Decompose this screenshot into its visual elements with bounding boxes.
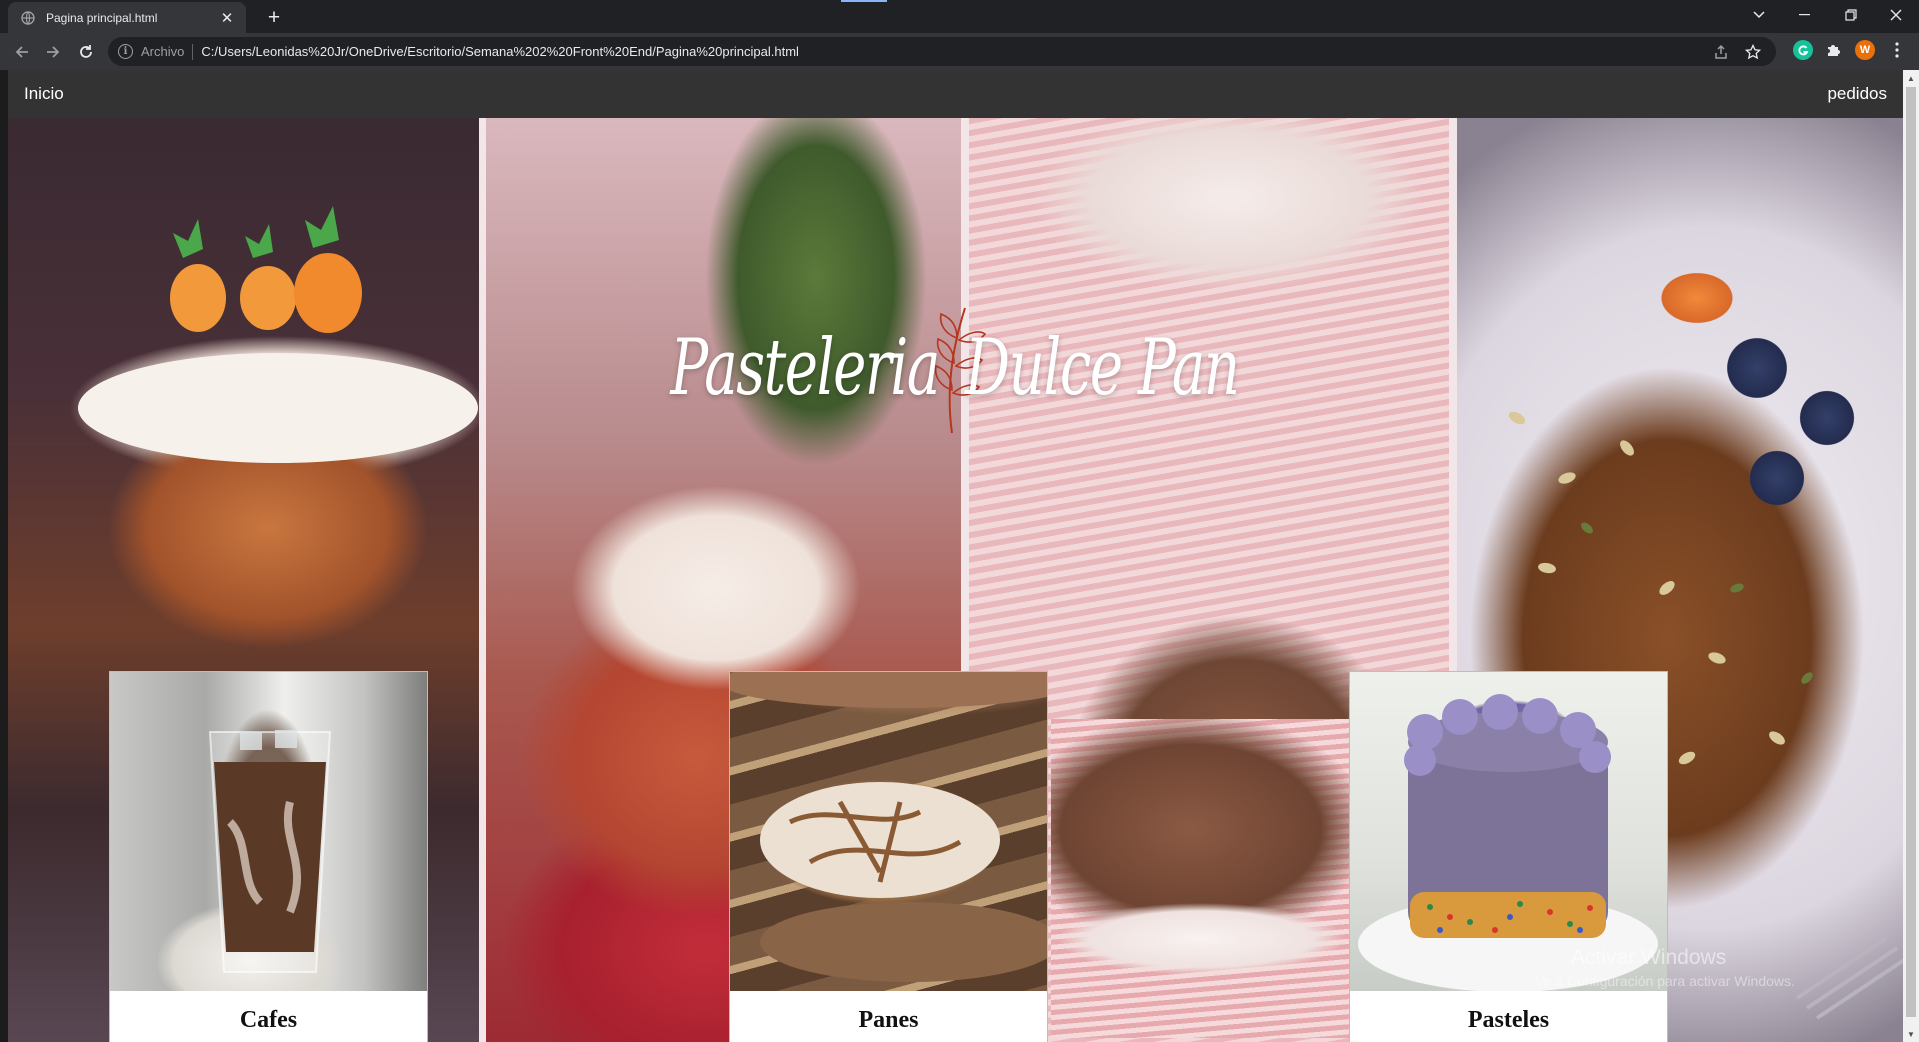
windows-activation-watermark: Activar Windows [1571, 946, 1727, 969]
restore-button[interactable] [1828, 0, 1874, 30]
bookmark-star-icon[interactable] [1744, 43, 1762, 61]
scroll-down-arrow-icon[interactable]: ▼ [1903, 1026, 1919, 1042]
vertical-scrollbar[interactable]: ▲ ▼ [1903, 70, 1919, 1042]
brand-name-dulce-pan: Dulce Pan [964, 323, 1240, 413]
card-image-bread [730, 672, 1047, 991]
web-page: Inicio pedidos Pasteleria Dulce Pan Cafe… [8, 70, 1903, 1042]
windows-activation-hint: Ve a Configuración para activar Windows. [1535, 973, 1795, 989]
omnibox-separator [192, 43, 194, 60]
reload-button[interactable] [72, 38, 100, 66]
top-navbar: Inicio pedidos [8, 70, 1903, 118]
restore-icon [1845, 9, 1857, 21]
minimize-button[interactable] [1782, 0, 1828, 30]
card-label: Panes [858, 1007, 919, 1033]
card-label: Cafes [239, 1007, 298, 1033]
card-label: Pasteles [1467, 1007, 1550, 1033]
nav-link-pedidos[interactable]: pedidos [1827, 84, 1887, 104]
tab-title: Pagina principal.html [46, 10, 158, 25]
category-card-panes[interactable]: Panes [729, 671, 1048, 1042]
forward-button[interactable] [39, 38, 67, 66]
close-tab-icon[interactable]: ✕ [218, 9, 236, 27]
nav-link-inicio[interactable]: Inicio [24, 84, 64, 104]
close-icon [1890, 9, 1902, 21]
page-viewport: Inicio pedidos Pasteleria Dulce Pan Cafe… [0, 70, 1919, 1042]
share-icon[interactable] [1712, 43, 1730, 61]
profile-avatar[interactable]: W [1855, 40, 1875, 60]
browser-tabstrip: Pagina principal.html ✕ + [0, 0, 1919, 33]
featured-cake-photo [1051, 719, 1353, 1038]
scrollbar-thumb[interactable] [1906, 87, 1916, 1017]
address-bar[interactable]: i Archivo C:/Users/Leonidas%20Jr/OneDriv… [108, 37, 1776, 66]
close-window-button[interactable] [1873, 0, 1919, 30]
arrow-right-icon [47, 46, 60, 58]
browser-tab[interactable]: Pagina principal.html ✕ [8, 2, 246, 33]
minimize-icon [1799, 14, 1810, 16]
brand-name-pasteleria: Pasteleria [670, 323, 940, 413]
omnibox-actions [1712, 43, 1762, 61]
browser-toolbar: i Archivo C:/Users/Leonidas%20Jr/OneDriv… [0, 33, 1919, 70]
card-image-purple-cake [1350, 672, 1667, 991]
kebab-menu-icon[interactable] [1887, 40, 1907, 60]
tab-loading-indicator [841, 0, 887, 2]
card-image-iced-coffee [110, 672, 427, 991]
category-card-cafes[interactable]: Cafes [109, 671, 428, 1042]
chevron-down-icon [1753, 11, 1765, 19]
tab-search-button[interactable] [1736, 0, 1782, 30]
grammarly-extension-icon[interactable] [1793, 40, 1813, 60]
new-tab-button[interactable]: + [260, 4, 288, 32]
arrow-left-icon [15, 46, 28, 58]
extensions-puzzle-icon[interactable] [1823, 40, 1843, 60]
url-text[interactable]: C:/Users/Leonidas%20Jr/OneDrive/Escritor… [201, 44, 799, 59]
brand-logo: Pasteleria Dulce Pan [8, 298, 1903, 438]
security-chip: Archivo [141, 44, 185, 59]
back-button[interactable] [8, 38, 36, 66]
reload-icon [80, 45, 92, 58]
info-icon[interactable]: i [118, 44, 133, 59]
globe-icon [20, 10, 36, 26]
scroll-up-arrow-icon[interactable]: ▲ [1903, 70, 1919, 86]
